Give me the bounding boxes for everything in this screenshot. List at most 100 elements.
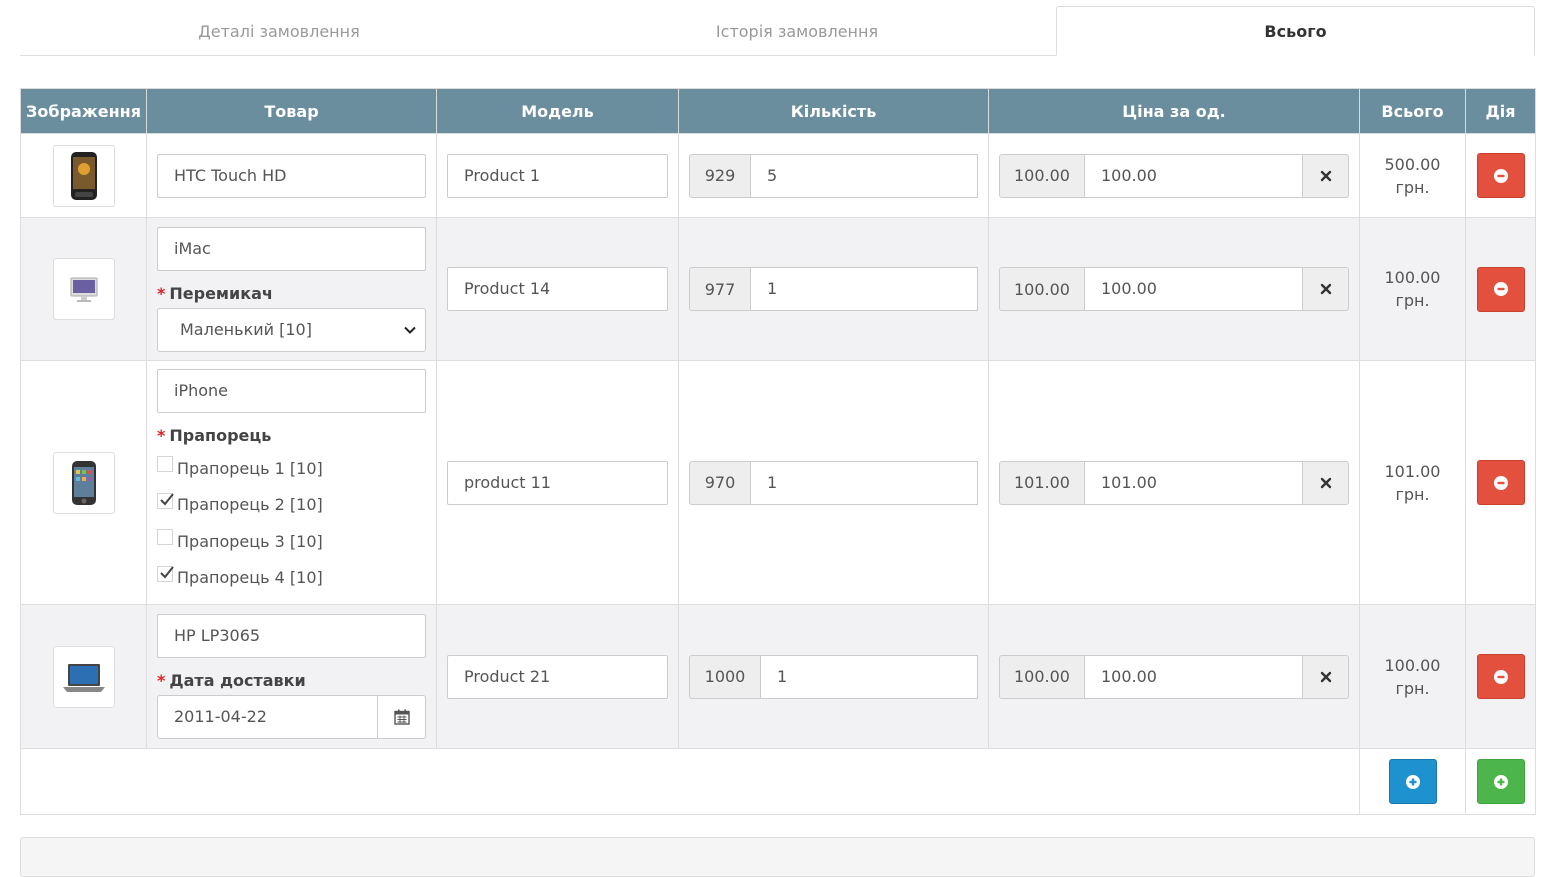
tab-order-details[interactable]: Деталі замовлення <box>20 6 538 56</box>
checkbox[interactable] <box>157 456 173 473</box>
quantity-cell: 929 5 <box>678 133 989 218</box>
price-input[interactable]: 100.00 <box>1085 654 1303 699</box>
reset-price-button[interactable] <box>1303 654 1349 699</box>
image-cell <box>20 604 147 749</box>
row-total: 100.00 грн. <box>1384 268 1441 310</box>
remove-product-button[interactable] <box>1476 654 1525 699</box>
product-name-input[interactable]: HP LP3065 <box>157 614 426 658</box>
base-price-addon: 100.00 <box>999 654 1085 699</box>
delivery-date-group: 2011-04-22 <box>157 695 426 739</box>
reset-price-button[interactable] <box>1303 267 1349 311</box>
order-tabs: Деталі замовлення Історія замовлення Всь… <box>20 6 1535 56</box>
minus-circle-icon <box>1493 168 1508 183</box>
row-total: 101.00 грн. <box>1384 461 1441 504</box>
checkmark-icon <box>160 566 174 579</box>
chevron-down-icon <box>404 326 416 334</box>
bottom-panel <box>20 837 1535 877</box>
calendar-button[interactable] <box>378 695 426 739</box>
image-cell <box>20 133 147 218</box>
price-cell: 100.00 100.00 <box>988 604 1360 749</box>
plus-circle-icon <box>1405 774 1420 789</box>
model-cell: Product 21 <box>436 604 679 749</box>
image-cell <box>20 360 147 605</box>
checkbox-checked[interactable] <box>157 492 174 509</box>
option-select[interactable]: Маленький [10] <box>157 307 426 352</box>
quantity-input[interactable]: 1 <box>761 654 978 699</box>
model-cell: Product 14 <box>436 217 679 361</box>
quantity-group: 970 1 <box>689 460 978 505</box>
price-group: 101.00 101.00 <box>999 460 1349 505</box>
remove-product-button[interactable] <box>1476 266 1525 312</box>
add-product-button[interactable] <box>1476 759 1525 804</box>
checkbox[interactable] <box>157 529 173 546</box>
product-cell: HP LP3065 * Дата доставки 2011-04-22 <box>146 604 437 749</box>
quantity-cell: 970 1 <box>678 360 989 605</box>
col-header-quantity: Кількість <box>678 88 989 134</box>
checkbox-option[interactable]: Прапорець 1 [10] <box>157 450 426 487</box>
table-row: iPhone * Прапорець Прапорець 1 [10] Прапо… <box>20 360 1536 605</box>
col-header-unit-price: Ціна за од. <box>988 88 1360 134</box>
price-input[interactable]: 101.00 <box>1085 460 1303 505</box>
row-total: 100.00 грн. <box>1384 655 1441 698</box>
tab-totals[interactable]: Всього <box>1056 6 1535 56</box>
remove-product-button[interactable] <box>1476 460 1525 505</box>
table-header-row: Зображення Товар Модель Кількість Ціна з… <box>20 88 1536 134</box>
price-cell: 100.00 100.00 <box>988 133 1360 218</box>
product-name-input[interactable]: iMac <box>157 226 426 271</box>
total-cell: 101.00 грн. <box>1359 360 1466 605</box>
checkmark-icon <box>160 493 174 506</box>
checkbox-option[interactable]: Прапорець 2 [10] <box>157 487 426 524</box>
product-cell: iPhone * Прапорець Прапорець 1 [10] Прапо… <box>146 360 437 605</box>
option-label: * Прапорець <box>157 426 272 445</box>
phone-thumbnail-icon <box>52 144 115 207</box>
stock-addon: 977 <box>689 267 751 311</box>
option-label: * Перемикач <box>157 283 273 303</box>
product-name-input[interactable]: iPhone <box>157 369 426 413</box>
price-group: 100.00 100.00 <box>999 654 1349 699</box>
model-input[interactable]: product 11 <box>447 460 668 505</box>
table-row: HP LP3065 * Дата доставки 2011-04-22 Pro… <box>20 604 1536 749</box>
reset-price-button[interactable] <box>1303 153 1349 198</box>
minus-circle-icon <box>1493 475 1508 490</box>
reset-price-button[interactable] <box>1303 460 1349 505</box>
action-cell <box>1465 133 1536 218</box>
col-header-total: Всього <box>1359 88 1466 134</box>
col-header-action: Дія <box>1465 88 1536 134</box>
quantity-group: 929 5 <box>689 153 978 198</box>
col-header-product: Товар <box>146 88 437 134</box>
model-input[interactable]: Product 21 <box>447 654 668 699</box>
footer-add-cell <box>1465 748 1536 815</box>
quantity-input[interactable]: 1 <box>751 267 978 311</box>
minus-circle-icon <box>1493 282 1508 296</box>
model-input[interactable]: Product 14 <box>447 267 668 311</box>
refresh-totals-button[interactable] <box>1388 759 1437 804</box>
product-name-input[interactable]: HTC Touch HD <box>157 153 426 198</box>
quantity-group: 1000 1 <box>689 654 978 699</box>
base-price-addon: 101.00 <box>999 460 1085 505</box>
total-cell: 100.00 грн. <box>1359 604 1466 749</box>
price-cell: 100.00 100.00 <box>988 217 1360 361</box>
iphone-thumbnail-icon <box>52 451 115 514</box>
tab-order-history[interactable]: Історія замовлення <box>538 6 1056 56</box>
image-cell <box>20 217 147 361</box>
quantity-cell: 977 1 <box>678 217 989 361</box>
action-cell <box>1465 360 1536 605</box>
price-input[interactable]: 100.00 <box>1085 153 1303 198</box>
checkbox-option[interactable]: Прапорець 4 [10] <box>157 560 426 597</box>
close-icon <box>1320 671 1331 682</box>
model-cell: product 11 <box>436 360 679 605</box>
total-cell: 100.00 грн. <box>1359 217 1466 361</box>
checkbox-checked[interactable] <box>157 565 174 582</box>
remove-product-button[interactable] <box>1476 153 1525 198</box>
stock-addon: 929 <box>689 153 751 198</box>
checkbox-option[interactable]: Прапорець 3 [10] <box>157 523 426 560</box>
price-input[interactable]: 100.00 <box>1085 267 1303 311</box>
plus-circle-icon <box>1493 774 1508 789</box>
action-cell <box>1465 604 1536 749</box>
date-input[interactable]: 2011-04-22 <box>157 695 378 739</box>
quantity-input[interactable]: 1 <box>751 460 978 505</box>
model-input[interactable]: Product 1 <box>447 153 668 198</box>
price-group: 100.00 100.00 <box>999 153 1349 198</box>
quantity-input[interactable]: 5 <box>751 153 978 198</box>
calendar-icon <box>393 709 410 725</box>
